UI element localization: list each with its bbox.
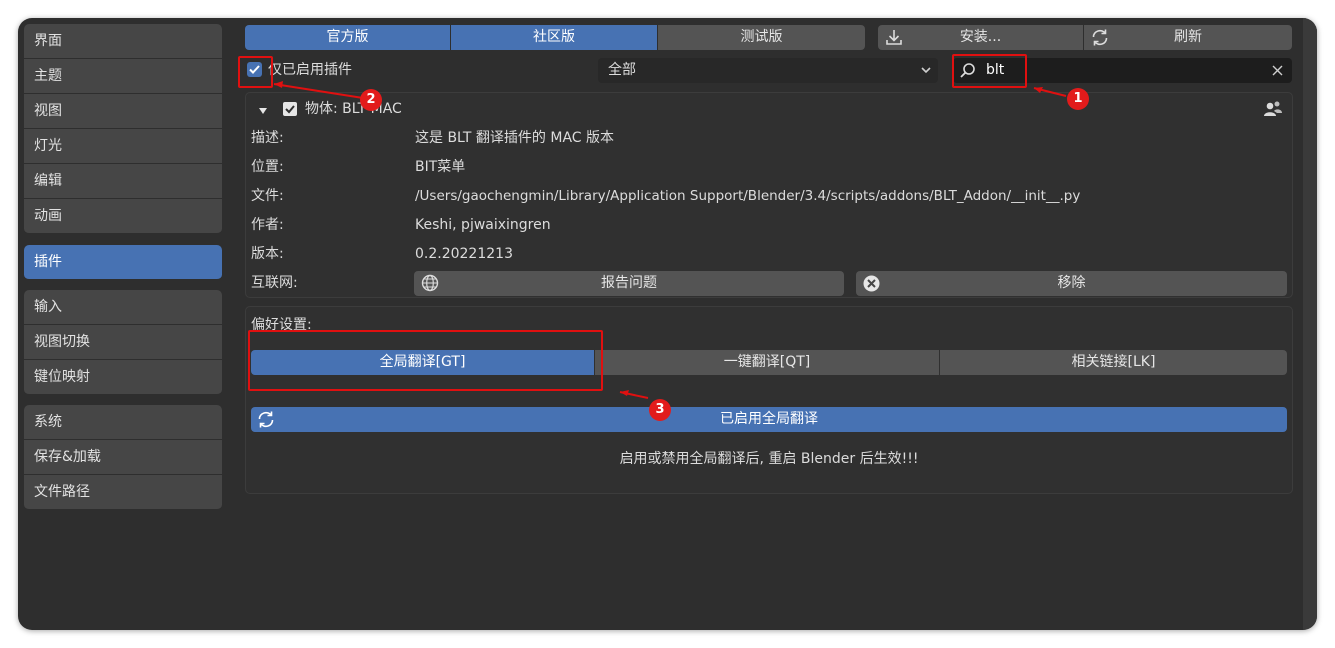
preferences-window: 界面 主题 视图 灯光 编辑 动画 插件 输入 视图切换 键位映射 系统 保存&… [18,18,1317,630]
annotation-badge-1: 1 [1067,88,1089,110]
annotation-badge-3: 3 [649,399,671,421]
annotation-arrows [273,81,1067,399]
viewport-edge [1303,18,1317,630]
annotation-badge-2: 2 [360,89,382,111]
